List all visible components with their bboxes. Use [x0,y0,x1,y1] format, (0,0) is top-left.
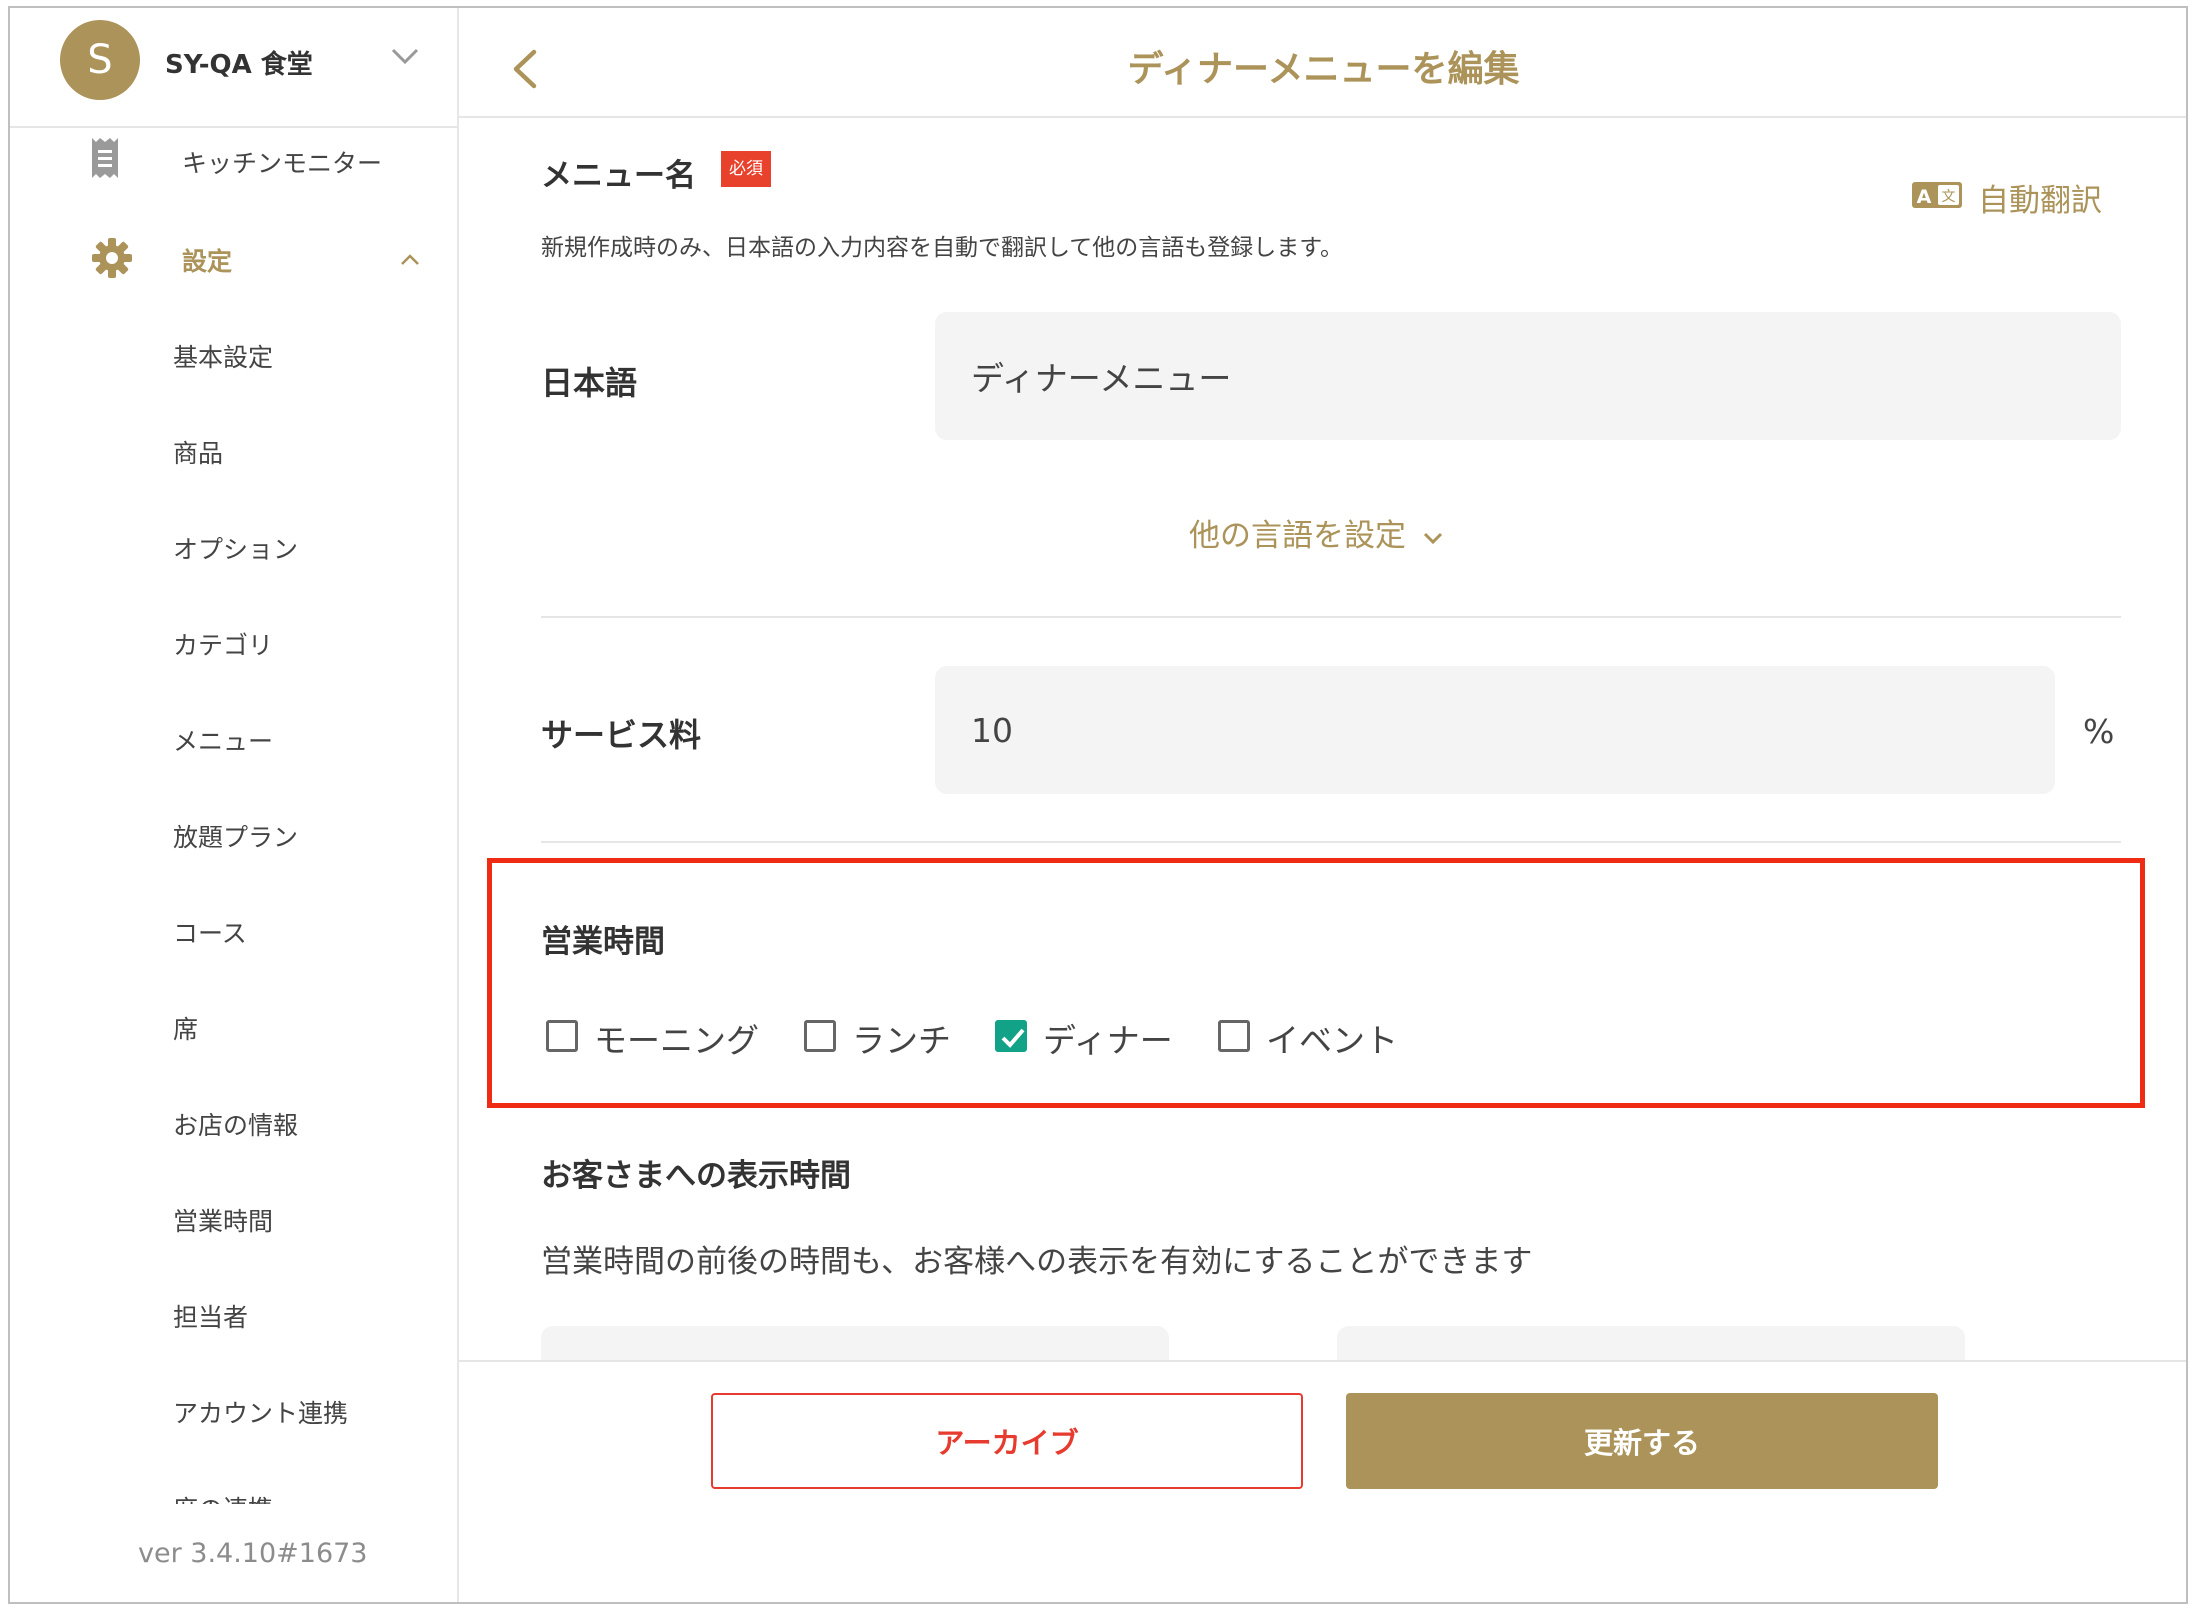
sidebar-item-courses[interactable]: コース [173,914,247,950]
japanese-name-input[interactable]: ディナーメニュー [935,312,2121,440]
sidebar-item-products[interactable]: 商品 [173,434,223,470]
divider [541,616,2121,618]
sidebar-item-kitchen-monitor[interactable]: キッチンモニター [182,144,382,180]
percent-unit: % [2083,712,2115,751]
checkbox-box[interactable] [995,1020,1027,1052]
sidebar-item-options[interactable]: オプション [173,530,298,566]
checkbox-box[interactable] [1218,1020,1250,1052]
sidebar-item-seats[interactable]: 席 [173,1010,198,1046]
business-hours-label: 営業時間 [541,924,665,960]
other-languages-label: 他の言語を設定 [1189,518,1406,554]
checkbox-label: モーニング [594,1021,759,1060]
checkbox-label: イベント [1266,1021,1398,1060]
avatar: S [60,20,140,100]
chevron-down-icon [1423,532,1443,544]
service-fee-label: サービス料 [541,716,702,754]
chevron-down-icon[interactable] [390,46,420,66]
app-window: S SY-QA 食堂 キッチンモニター 設定 基本設定 商品 オプション カテゴ… [8,6,2188,1604]
top-bar: ディナーメニューを編集 [459,8,2186,118]
sidebar-item-categories[interactable]: カテゴリ [173,626,273,662]
translate-icon: A 文 [1912,182,1962,208]
sidebar-item-basic-settings[interactable]: 基本設定 [173,338,273,374]
gear-icon [92,238,132,278]
sidebar-item-staff[interactable]: 担当者 [173,1298,248,1334]
version-label: ver 3.4.10#1673 [138,1538,368,1569]
divider [541,841,2121,843]
store-switcher[interactable]: S SY-QA 食堂 [10,8,457,128]
auto-translate-help: 新規作成時のみ、日本語の入力内容を自動で翻訳して他の言語も登録します。 [541,235,1344,261]
store-name: SY-QA 食堂 [165,50,313,80]
receipt-icon [92,138,118,178]
sidebar-item-account-link[interactable]: アカウント連携 [173,1394,348,1430]
checkmark-icon [1001,1028,1025,1048]
auto-translate-label: 自動翻訳 [1978,183,2102,219]
archive-button[interactable]: アーカイブ [711,1393,1303,1489]
display-time-label: お客さまへの表示時間 [541,1158,851,1194]
checkbox-label: ディナー [1043,1021,1173,1060]
update-button[interactable]: 更新する [1346,1393,1938,1489]
sidebar-item-store-info[interactable]: お店の情報 [173,1106,298,1142]
main-content: ディナーメニューを編集 メニュー名 必須 A 文 自動翻訳 新規作成時のみ、日本… [459,8,2186,1602]
sidebar-item-settings[interactable]: 設定 [182,242,232,278]
required-badge: 必須 [721,151,771,187]
footer-actions: アーカイブ 更新する [459,1360,2186,1602]
sidebar-item-unlimited-plans[interactable]: 放題プラン [173,818,298,854]
service-fee-input[interactable]: 10 [935,666,2055,794]
sidebar-item-menu[interactable]: メニュー [173,722,273,758]
sidebar: S SY-QA 食堂 キッチンモニター 設定 基本設定 商品 オプション カテゴ… [10,8,459,1602]
other-languages-toggle[interactable]: 他の言語を設定 [1189,510,1444,555]
highlight-frame [487,858,2145,1108]
checkbox-label: ランチ [852,1021,951,1060]
chevron-up-icon[interactable] [400,252,420,266]
svg-text:文: 文 [1942,189,1956,205]
sidebar-item-business-hours[interactable]: 営業時間 [173,1202,273,1238]
checkbox-box[interactable] [546,1020,578,1052]
menu-name-label: メニュー名 [541,158,696,194]
sidebar-clip: 席の連携 [10,1478,457,1504]
svg-text:A: A [1917,186,1932,208]
japanese-label: 日本語 [541,364,638,402]
sidebar-item-seat-link[interactable]: 席の連携 [173,1490,273,1504]
page-title: ディナーメニューを編集 [1127,49,1520,90]
checkbox-box[interactable] [804,1020,836,1052]
display-time-description: 営業時間の前後の時間も、お客様への表示を有効にすることができます [541,1244,1533,1280]
